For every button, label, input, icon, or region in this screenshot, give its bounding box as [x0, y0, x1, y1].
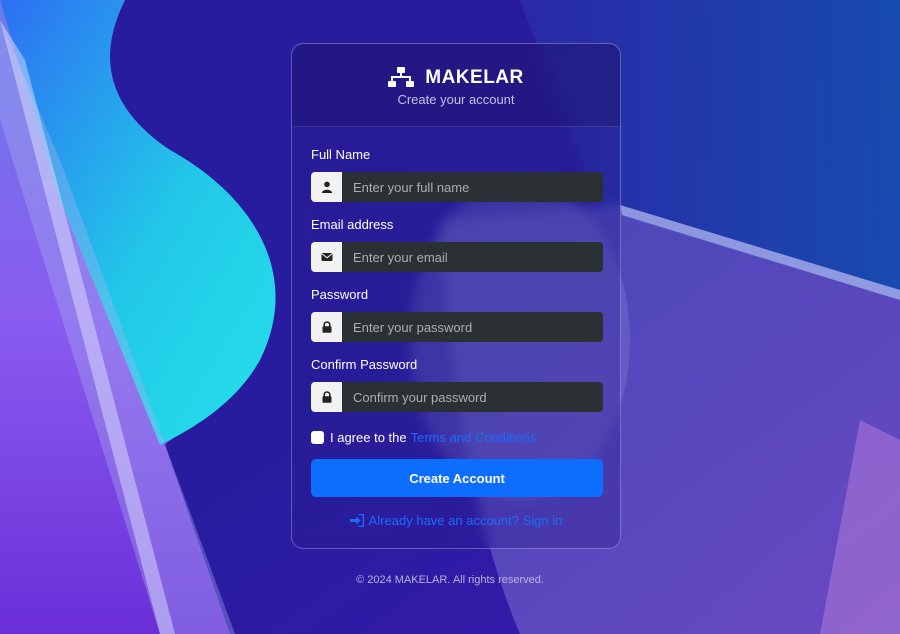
email-label: Email address [311, 217, 394, 232]
brand: MAKELAR [388, 67, 524, 89]
sign-in-label: Already have an account? Sign in [368, 513, 563, 528]
terms-link[interactable]: Terms and Conditions [411, 430, 537, 445]
brand-name: MAKELAR [425, 67, 524, 88]
sitemap-icon [388, 67, 415, 87]
page-subtitle: Create your account [397, 92, 515, 107]
email-input[interactable] [342, 242, 603, 272]
full-name-group [311, 172, 603, 202]
register-card: MAKELAR Create your account Full Name Em… [291, 43, 621, 549]
password-label: Password [311, 287, 369, 302]
terms-checkbox[interactable] [311, 430, 324, 444]
full-name-input[interactable] [342, 172, 603, 202]
password-input[interactable] [342, 312, 603, 342]
sign-in-icon [349, 514, 364, 527]
password-group [311, 312, 603, 342]
confirm-password-input[interactable] [342, 382, 603, 412]
register-form: Full Name Email address Password Confirm… [311, 147, 603, 497]
lock-icon [311, 382, 342, 412]
confirm-password-label: Confirm Password [311, 357, 418, 372]
sign-in-link[interactable]: Already have an account? Sign in [292, 513, 620, 528]
terms-prefix: I agree to the [330, 429, 407, 445]
footer-copyright: © 2024 MAKELAR. All rights reserved. [356, 574, 544, 586]
card-header: MAKELAR Create your account [292, 44, 620, 127]
full-name-label: Full Name [311, 147, 371, 162]
envelope-icon [311, 242, 342, 272]
lock-icon [311, 312, 342, 342]
create-account-button[interactable]: Create Account [311, 459, 603, 497]
confirm-password-group [311, 382, 603, 412]
terms-row: I agree to the Terms and Conditions [311, 427, 603, 447]
user-icon [311, 172, 342, 202]
email-group [311, 242, 603, 272]
